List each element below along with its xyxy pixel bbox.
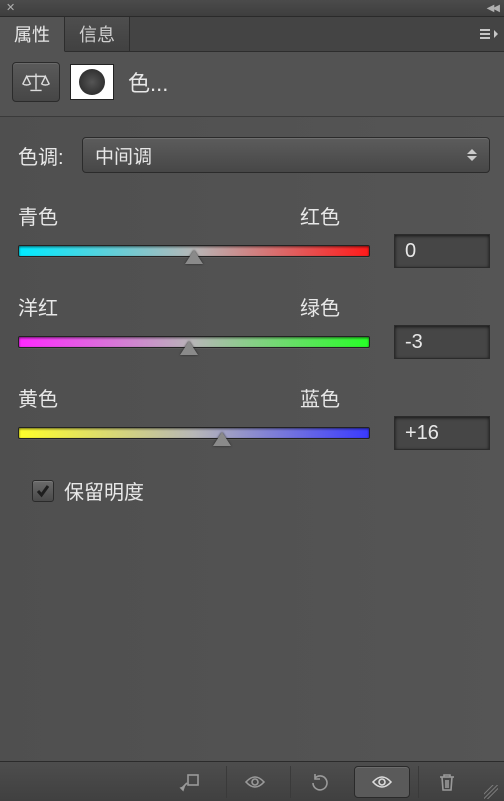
panel-header: 色... xyxy=(0,52,504,117)
label-red: 红色 xyxy=(300,201,340,230)
toggle-visibility-button[interactable] xyxy=(354,766,410,798)
clip-to-layer-button[interactable] xyxy=(162,766,218,798)
slider-cyan-red-thumb[interactable] xyxy=(185,250,203,264)
eye-icon xyxy=(370,771,394,793)
tab-properties-label: 属性 xyxy=(14,21,50,47)
slider-magenta-green-value-text: -3 xyxy=(405,331,423,354)
label-magenta: 洋红 xyxy=(18,292,58,321)
check-icon xyxy=(35,483,51,499)
trash-icon xyxy=(435,771,459,793)
reset-icon xyxy=(307,771,331,793)
clip-icon xyxy=(178,771,202,793)
menu-icon xyxy=(480,29,490,39)
slider-magenta-green-value[interactable]: -3 xyxy=(394,325,490,359)
close-icon[interactable]: ✕ xyxy=(6,3,15,14)
tab-strip: 属性 信息 xyxy=(0,17,504,52)
balance-scale-icon xyxy=(21,70,51,94)
color-balance-adjustment-icon[interactable] xyxy=(12,62,60,102)
view-previous-state-button[interactable] xyxy=(226,766,282,798)
preserve-luminosity-row: 保留明度 xyxy=(32,476,490,505)
delete-adjustment-button[interactable] xyxy=(418,766,474,798)
panel-body: 色调: 中间调 青色 红色 0 洋红 绿色 xyxy=(0,117,504,761)
layer-mask-thumbnail[interactable] xyxy=(70,64,114,100)
label-yellow: 黄色 xyxy=(18,383,58,412)
slider-magenta-green-track[interactable] xyxy=(18,329,370,355)
tone-label: 色调: xyxy=(18,141,70,170)
panel-title: 色... xyxy=(128,66,168,98)
resize-grip[interactable] xyxy=(484,785,498,799)
slider-yellow-blue-track[interactable] xyxy=(18,420,370,446)
preserve-luminosity-checkbox[interactable] xyxy=(32,480,54,502)
chevron-right-icon xyxy=(494,30,498,38)
slider-cyan-red-value-text: 0 xyxy=(405,240,416,263)
panel-footer xyxy=(0,761,504,801)
mask-circle-icon xyxy=(79,69,105,95)
slider-cyan-red-track[interactable] xyxy=(18,238,370,264)
slider-cyan-red: 青色 红色 0 xyxy=(18,201,490,268)
slider-yellow-blue-value[interactable]: +16 xyxy=(394,416,490,450)
dropdown-arrows-icon xyxy=(467,149,477,161)
slider-yellow-blue: 黄色 蓝色 +16 xyxy=(18,383,490,450)
slider-cyan-red-value[interactable]: 0 xyxy=(394,234,490,268)
slider-yellow-blue-thumb[interactable] xyxy=(213,432,231,446)
slider-magenta-green: 洋红 绿色 -3 xyxy=(18,292,490,359)
label-green: 绿色 xyxy=(300,292,340,321)
eye-back-icon xyxy=(243,771,267,793)
collapse-icon[interactable]: ◀◀ xyxy=(487,3,498,14)
slider-magenta-green-thumb[interactable] xyxy=(180,341,198,355)
panel-flyout-menu[interactable] xyxy=(480,29,498,39)
tab-info-label: 信息 xyxy=(79,21,115,47)
tone-dropdown-value: 中间调 xyxy=(95,142,152,169)
slider-yellow-blue-value-text: +16 xyxy=(405,422,439,445)
panel-grab-bar[interactable]: ✕ ◀◀ xyxy=(0,0,504,17)
label-cyan: 青色 xyxy=(18,201,58,230)
preserve-luminosity-label: 保留明度 xyxy=(64,476,144,505)
label-blue: 蓝色 xyxy=(300,383,340,412)
tone-row: 色调: 中间调 xyxy=(18,137,490,173)
reset-button[interactable] xyxy=(290,766,346,798)
tab-info[interactable]: 信息 xyxy=(65,17,130,51)
tone-dropdown[interactable]: 中间调 xyxy=(82,137,490,173)
tab-properties[interactable]: 属性 xyxy=(0,17,65,52)
